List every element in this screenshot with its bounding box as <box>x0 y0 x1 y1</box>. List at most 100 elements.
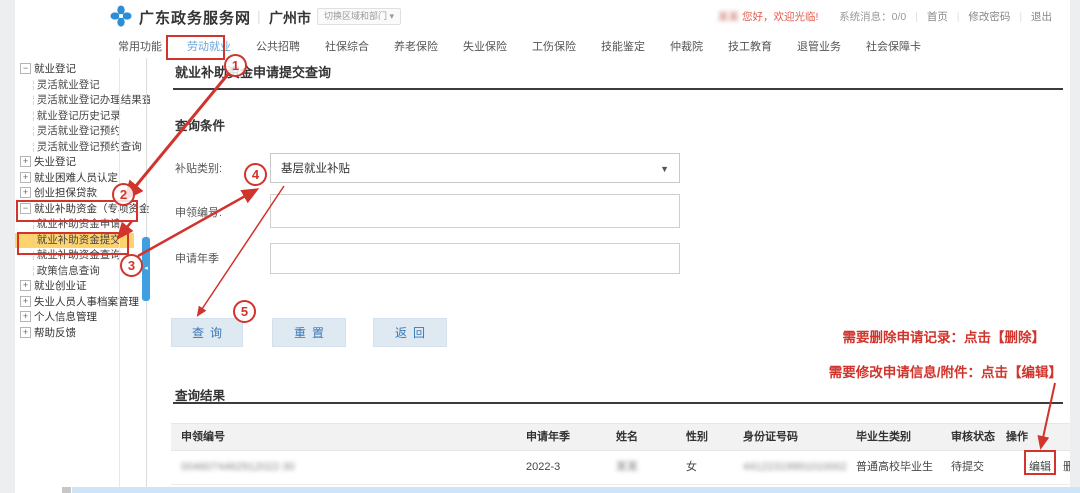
sidebar-item-label: 帮助反馈 <box>34 327 76 339</box>
col-status: 审核状态 <box>941 424 996 450</box>
header-separator <box>827 11 830 23</box>
expand-icon[interactable]: + <box>20 156 31 167</box>
expand-icon[interactable]: + <box>20 280 31 291</box>
logout-link[interactable]: 退出 <box>1031 11 1052 23</box>
sidebar-item-flexible-appointment[interactable]: ¦灵活就业登记预约 <box>15 124 150 140</box>
collapse-icon[interactable]: − <box>20 203 31 214</box>
horizontal-scrollbar[interactable] <box>72 487 1080 493</box>
greeting-text: 您好，欢迎光临! <box>742 11 818 23</box>
tree-connector: ¦ <box>32 94 35 106</box>
collapse-icon[interactable]: − <box>20 63 31 74</box>
sidebar-item-flexible-registration[interactable]: ¦灵活就业登记 <box>15 78 150 94</box>
query-conditions-title: 查询条件 <box>175 115 225 134</box>
col-graduate-type: 毕业生类别 <box>846 424 941 450</box>
apply-term-input[interactable] <box>270 243 680 274</box>
expand-icon[interactable]: + <box>20 187 31 198</box>
expand-icon[interactable]: + <box>20 327 31 338</box>
sidebar-scrollbar-thumb[interactable]: ◂ <box>142 237 150 301</box>
nav-item-injury-insurance[interactable]: 工伤保险 <box>532 38 576 54</box>
sidebar-item-label: 就业登记 <box>34 63 76 75</box>
edit-hint-text: 需要修改申请信息/附件：点击【编辑】 <box>829 355 1062 390</box>
header-separator: | <box>957 11 960 23</box>
top-nav: 常用功能 劳动就业 公共招聘 社保综合 养老保险 失业保险 工伤保险 技能鉴定 … <box>15 32 1070 59</box>
sidebar-item-feedback[interactable]: +帮助反馈 <box>15 326 150 342</box>
expand-icon[interactable]: + <box>20 311 31 322</box>
sidebar-item-flexible-appointment-query[interactable]: ¦灵活就业登记预约查询 <box>15 140 150 156</box>
sidebar-item-employment-difficulty[interactable]: +就业困难人员认定 <box>15 171 150 187</box>
col-term: 申请年季 <box>516 424 606 450</box>
nav-item-retirement[interactable]: 退管业务 <box>797 38 841 54</box>
nav-item-social-security[interactable]: 社保综合 <box>325 38 369 54</box>
sidebar-item-label: 失业人员人事档案管理 <box>34 296 139 308</box>
nav-item-common[interactable]: 常用功能 <box>118 38 162 54</box>
nav-item-employment[interactable]: 劳动就业 <box>187 38 231 54</box>
header-separator: | <box>1019 11 1022 23</box>
change-password-link[interactable]: 修改密码 <box>968 11 1010 23</box>
delete-link[interactable]: 删除 <box>1063 461 1070 473</box>
query-button[interactable]: 查询 <box>171 318 243 347</box>
nav-item-arbitration[interactable]: 仲裁院 <box>670 38 703 54</box>
site-title: 广东政务服务网 <box>139 7 251 28</box>
step-2-badge: 2 <box>112 183 135 206</box>
sidebar-item-registration-history[interactable]: ¦就业登记历史记录 <box>15 109 150 125</box>
step-3-badge: 3 <box>120 254 143 277</box>
sidebar-item-label: 就业补助资金提交 <box>37 234 121 246</box>
tree-connector: ¦ <box>32 125 35 137</box>
sidebar-item-label: 个人信息管理 <box>34 311 97 323</box>
sidebar-item-label: 失业登记 <box>34 156 76 168</box>
brand-logo-icon <box>110 5 132 27</box>
sidebar-item-label: 灵活就业登记预约查询 <box>37 141 142 153</box>
nav-item-recruitment[interactable]: 公共招聘 <box>256 38 300 54</box>
switch-region-button[interactable]: 切换区域和部门 ▾ <box>317 8 401 25</box>
sidebar-item-flexible-registration-result[interactable]: ¦灵活就业登记办理结果查询 <box>15 93 150 109</box>
sidebar-item-personnel-archive[interactable]: +失业人员人事档案管理 <box>15 295 150 311</box>
reset-button[interactable]: 重置 <box>272 318 346 347</box>
nav-item-skill-appraisal[interactable]: 技能鉴定 <box>601 38 645 54</box>
header-separator: | <box>915 11 918 23</box>
step-4-badge: 4 <box>244 163 267 186</box>
col-actions: 操作 <box>996 424 1070 450</box>
subsidy-type-label: 补贴类别: <box>175 160 222 176</box>
col-apply-no: 申领编号 <box>171 424 516 450</box>
sidebar-item-label: 灵活就业登记办理结果查询 <box>37 94 150 106</box>
header: 广东政务服务网 | 广州市 切换区域和部门 ▾ 某某 您好，欢迎光临! 系统消息… <box>15 0 1070 32</box>
delete-hint-text: 需要删除申请记录：点击【删除】 <box>829 320 1062 355</box>
sidebar-item-subsidy-submit[interactable]: ¦就业补助资金提交 <box>15 233 134 249</box>
sidebar-item-label: 就业补助资金申请 <box>37 218 121 230</box>
edit-link[interactable]: 编辑 <box>1029 461 1051 473</box>
sidebar-item-employment-cert[interactable]: +就业创业证 <box>15 279 150 295</box>
nav-item-unemployment-insurance[interactable]: 失业保险 <box>463 38 507 54</box>
apply-term-label: 申请年季 <box>175 250 219 266</box>
nav-item-pension[interactable]: 养老保险 <box>394 38 438 54</box>
sidebar-item-personal-info[interactable]: +个人信息管理 <box>15 310 150 326</box>
sidebar-item-label: 创业担保贷款 <box>34 187 97 199</box>
cell-actions: 编辑 删除 <box>996 451 1070 484</box>
tree-connector: ¦ <box>32 234 35 246</box>
step-1-badge: 1 <box>224 54 247 77</box>
title-underline <box>173 88 1063 90</box>
sidebar-item-label: 就业补助资金（专项资金） <box>34 203 150 215</box>
sidebar-item-unemployment-registration[interactable]: +失业登记 <box>15 155 150 171</box>
apply-no-input[interactable] <box>270 194 680 228</box>
sidebar-item-label: 就业困难人员认定 <box>34 172 118 184</box>
tree-connector: ¦ <box>32 218 35 230</box>
expand-icon[interactable]: + <box>20 172 31 183</box>
cell-status: 待提交 <box>941 451 996 484</box>
tree-panel-border <box>119 58 120 493</box>
annotation-hints: 需要删除申请记录：点击【删除】 需要修改申请信息/附件：点击【编辑】 <box>829 320 1062 390</box>
sidebar-item-employment-registration[interactable]: −就业登记 <box>15 62 150 78</box>
subsidy-type-select[interactable]: 基层就业补贴 ▼ <box>270 153 680 183</box>
nav-item-social-card[interactable]: 社会保障卡 <box>866 38 921 54</box>
back-button[interactable]: 返回 <box>373 318 447 347</box>
col-gender: 性别 <box>676 424 733 450</box>
sidebar-item-label: 就业登记历史记录 <box>37 110 121 122</box>
home-link[interactable]: 首页 <box>927 11 948 23</box>
nav-item-technical-education[interactable]: 技工教育 <box>728 38 772 54</box>
expand-icon[interactable]: + <box>20 296 31 307</box>
cell-gender: 女 <box>676 451 733 484</box>
cell-term: 2022-3 <box>516 451 606 484</box>
tree-connector: ¦ <box>32 110 35 122</box>
sidebar-item-subsidy-apply[interactable]: ¦就业补助资金申请 <box>15 217 150 233</box>
result-underline <box>173 402 1063 404</box>
subsidy-type-value: 基层就业补贴 <box>281 163 350 175</box>
